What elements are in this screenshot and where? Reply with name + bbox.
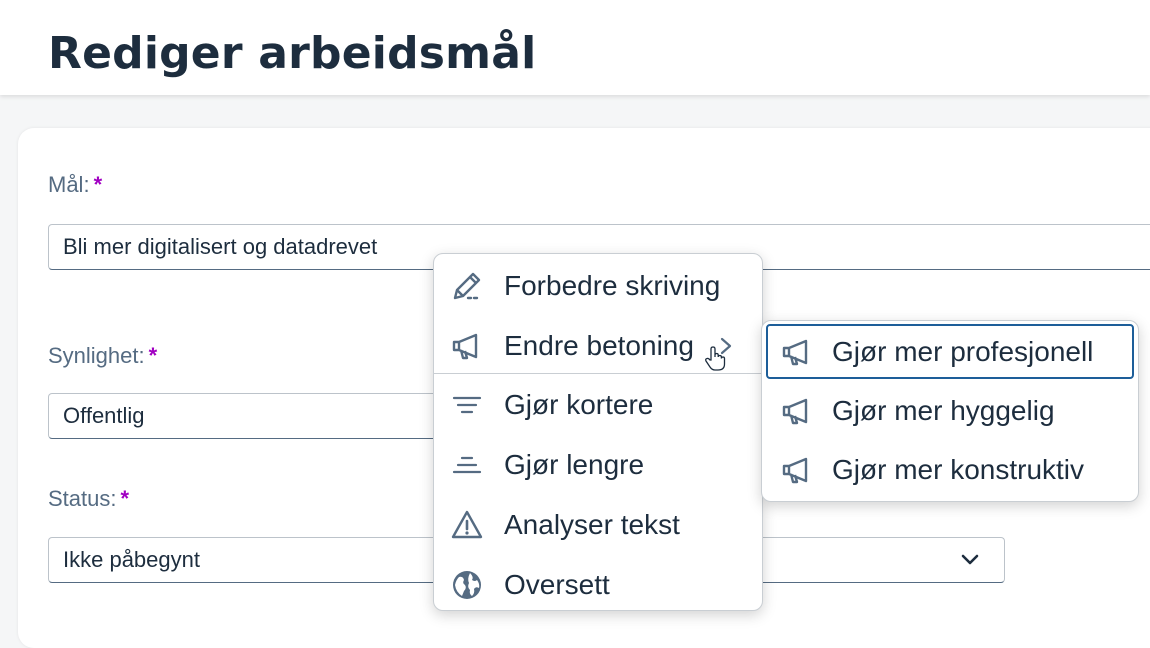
goal-input-value: Bli mer digitalisert og datadrevet	[63, 234, 378, 259]
megaphone-icon	[782, 457, 808, 484]
visibility-select-value: Offentlig	[63, 403, 145, 428]
submenu-item-label: Gjør mer profesjonell	[832, 335, 1094, 367]
menu-item-label: Analyser tekst	[504, 509, 680, 540]
menu-item-make-shorter[interactable]: Gjør kortere	[434, 375, 762, 435]
goal-label-text: Mål:	[48, 172, 90, 197]
visibility-label: Synlighet: *	[48, 343, 157, 369]
required-mark: *	[120, 486, 130, 511]
submenu-item-more-friendly[interactable]: Gjør mer hyggelig	[766, 381, 1134, 441]
shorten-icon	[452, 396, 482, 414]
menu-item-analyze-text[interactable]: Analyser tekst	[434, 495, 762, 555]
megaphone-icon	[452, 333, 478, 360]
required-mark: *	[93, 172, 103, 197]
page-title: Rediger arbeidsmål	[48, 28, 537, 79]
menu-item-make-longer[interactable]: Gjør lengre	[434, 435, 762, 495]
menu-item-improve-writing[interactable]: Forbedre skriving	[434, 256, 762, 316]
warning-icon	[451, 510, 483, 539]
status-label: Status: *	[48, 486, 129, 512]
menu-item-label: Forbedre skriving	[504, 270, 721, 301]
ai-assist-menu: Forbedre skriving Endre betoning Gjør ko…	[433, 253, 763, 611]
menu-item-label: Gjør lengre	[504, 449, 645, 480]
submenu-item-label: Gjør mer konstruktiv	[832, 454, 1085, 485]
submenu-item-label: Gjør mer hyggelig	[832, 395, 1055, 426]
menu-item-translate[interactable]: Oversett	[434, 555, 762, 615]
menu-item-label: Gjør kortere	[504, 389, 654, 420]
globe-icon	[453, 571, 481, 599]
pencil-icon	[453, 272, 481, 300]
required-mark: *	[148, 343, 158, 368]
lengthen-icon	[452, 456, 482, 474]
tone-submenu: Gjør mer profesjonell Gjør mer hyggelig …	[761, 320, 1139, 502]
status-select-value: Ikke påbegynt	[63, 547, 200, 572]
menu-item-label: Endre betoning	[504, 330, 694, 361]
menu-item-change-tone[interactable]: Endre betoning	[434, 316, 762, 376]
chevron-down-icon	[961, 554, 979, 565]
submenu-item-more-professional[interactable]: Gjør mer profesjonell	[766, 324, 1134, 379]
status-label-text: Status:	[48, 486, 117, 511]
goal-label: Mål: *	[48, 172, 102, 198]
megaphone-icon	[782, 339, 808, 365]
hand-cursor-icon	[705, 346, 726, 371]
visibility-label-text: Synlighet:	[48, 343, 145, 368]
menu-divider	[434, 373, 762, 374]
menu-item-label: Oversett	[504, 569, 610, 600]
submenu-item-more-constructive[interactable]: Gjør mer konstruktiv	[766, 440, 1134, 500]
page-header: Rediger arbeidsmål	[0, 0, 1150, 95]
megaphone-icon	[782, 398, 808, 425]
